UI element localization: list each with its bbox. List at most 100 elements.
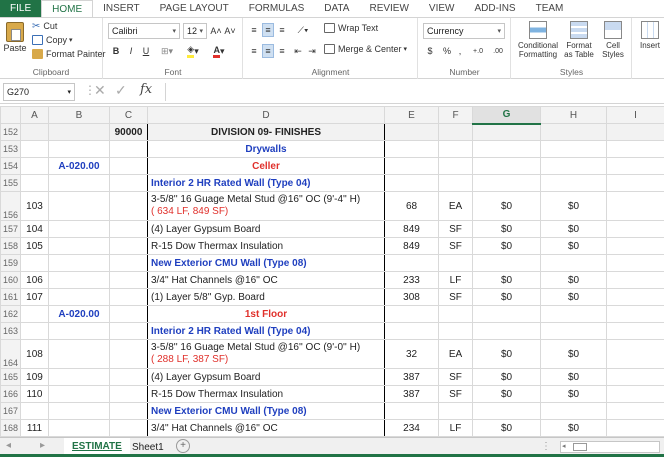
row-header[interactable]: 163: [0, 322, 21, 340]
cell-h[interactable]: $0: [540, 220, 607, 238]
cell-h[interactable]: $0: [540, 368, 607, 386]
font-size-select[interactable]: 12 ▾: [183, 23, 207, 39]
cell-styles-button[interactable]: Cell Styles: [598, 21, 628, 59]
cell-c[interactable]: [109, 419, 148, 437]
cell-e[interactable]: [384, 123, 439, 141]
row-header[interactable]: 165: [0, 368, 21, 386]
font-color-button[interactable]: A ▾: [208, 44, 230, 58]
cell-a[interactable]: 108: [20, 339, 49, 369]
cell-b[interactable]: [48, 174, 110, 192]
tab-view[interactable]: VIEW: [419, 0, 465, 17]
cell-e[interactable]: [384, 157, 439, 175]
cell-h[interactable]: $0: [540, 288, 607, 306]
cell-f[interactable]: SF: [438, 237, 473, 255]
italic-button[interactable]: I: [125, 44, 137, 58]
cell-e[interactable]: [384, 402, 439, 420]
cell-f[interactable]: [438, 322, 473, 340]
cell-h[interactable]: $0: [540, 339, 607, 369]
cell-i[interactable]: [606, 191, 664, 221]
cell-d[interactable]: 1st Floor: [147, 305, 385, 323]
cell-e[interactable]: 68: [384, 191, 439, 221]
cell-g[interactable]: $0: [472, 220, 541, 238]
cell-i[interactable]: [606, 174, 664, 192]
cell-h[interactable]: $0: [540, 271, 607, 289]
add-sheet-icon[interactable]: +: [176, 439, 190, 453]
cell-b[interactable]: [48, 123, 110, 141]
cell-f[interactable]: [438, 123, 473, 141]
cell-b[interactable]: [48, 271, 110, 289]
column-header-e[interactable]: E: [384, 106, 439, 124]
cell-e[interactable]: [384, 140, 439, 158]
paste-button[interactable]: Paste: [4, 22, 27, 53]
cell-d[interactable]: New Exterior CMU Wall (Type 08): [147, 254, 385, 272]
column-header-d[interactable]: D: [147, 106, 385, 124]
cell-a[interactable]: [20, 305, 49, 323]
cell-g[interactable]: [472, 254, 541, 272]
cell-e[interactable]: 849: [384, 237, 439, 255]
copy-button[interactable]: Copy ▾: [32, 35, 73, 45]
column-header-f[interactable]: F: [438, 106, 473, 124]
row-header[interactable]: 156: [0, 191, 21, 221]
tab-page-layout[interactable]: PAGE LAYOUT: [150, 0, 239, 17]
cell-a[interactable]: 103: [20, 191, 49, 221]
cell-d[interactable]: Celler: [147, 157, 385, 175]
align-bottom-button[interactable]: ≡: [276, 23, 288, 37]
cell-e[interactable]: 32: [384, 339, 439, 369]
cell-c[interactable]: [109, 220, 148, 238]
row-header[interactable]: 167: [0, 402, 21, 420]
cell-f[interactable]: SF: [438, 220, 473, 238]
cell-f[interactable]: SF: [438, 385, 473, 403]
tab-team[interactable]: TEAM: [526, 0, 574, 17]
column-header-i[interactable]: I: [606, 106, 664, 124]
scroll-tabs-right-icon[interactable]: ▸: [40, 440, 45, 451]
cell-d[interactable]: R-15 Dow Thermax Insulation: [147, 385, 385, 403]
cell-h[interactable]: $0: [540, 385, 607, 403]
cell-a[interactable]: [20, 322, 49, 340]
insert-function-button[interactable]: fx: [140, 82, 152, 97]
format-painter-button[interactable]: Format Painter: [32, 49, 106, 59]
cell-c[interactable]: 90000: [109, 123, 148, 141]
cell-i[interactable]: [606, 123, 664, 141]
cell-a[interactable]: 111: [20, 419, 49, 437]
cell-f[interactable]: [438, 254, 473, 272]
wrap-text-button[interactable]: Wrap Text: [324, 23, 378, 33]
cell-g[interactable]: $0: [472, 368, 541, 386]
cell-d[interactable]: (1) Layer 5/8'' Gyp. Board: [147, 288, 385, 306]
cell-b[interactable]: [48, 368, 110, 386]
cell-a[interactable]: 110: [20, 385, 49, 403]
cell-d[interactable]: 3-5/8'' 16 Guage Metal Stud @16'' OC (9'…: [147, 339, 385, 369]
cell-b[interactable]: A-020.00: [48, 157, 110, 175]
row-header[interactable]: 154: [0, 157, 21, 175]
cell-a[interactable]: [20, 254, 49, 272]
cell-d[interactable]: 3-5/8'' 16 Guage Metal Stud @16'' OC (9'…: [147, 191, 385, 221]
tab-review[interactable]: REVIEW: [359, 0, 418, 17]
cell-c[interactable]: [109, 402, 148, 420]
cell-e[interactable]: [384, 174, 439, 192]
cell-g[interactable]: $0: [472, 237, 541, 255]
name-box[interactable]: G270 ▾: [3, 83, 75, 101]
cell-f[interactable]: EA: [438, 339, 473, 369]
cell-f[interactable]: SF: [438, 368, 473, 386]
cell-a[interactable]: [20, 157, 49, 175]
cancel-entry-icon[interactable]: ✕: [94, 82, 106, 99]
cell-i[interactable]: [606, 157, 664, 175]
cell-c[interactable]: [109, 174, 148, 192]
column-header-h[interactable]: H: [540, 106, 607, 124]
shrink-font-button[interactable]: A˅: [224, 24, 236, 38]
formula-input[interactable]: [165, 83, 661, 101]
tab-insert[interactable]: INSERT: [93, 0, 150, 17]
cell-d[interactable]: DIVISION 09- FINISHES: [147, 123, 385, 141]
bold-button[interactable]: B: [110, 44, 122, 58]
cell-d[interactable]: Interior 2 HR Rated Wall (Type 04): [147, 174, 385, 192]
percent-style-button[interactable]: %: [441, 44, 453, 58]
cell-i[interactable]: [606, 402, 664, 420]
cell-i[interactable]: [606, 140, 664, 158]
cell-g[interactable]: $0: [472, 271, 541, 289]
cell-c[interactable]: [109, 339, 148, 369]
cell-g[interactable]: [472, 174, 541, 192]
increase-decimal-button[interactable]: +.0: [469, 44, 487, 58]
cell-d[interactable]: 3/4'' Hat Channels @16'' OC: [147, 419, 385, 437]
cell-e[interactable]: 387: [384, 385, 439, 403]
cell-g[interactable]: [472, 140, 541, 158]
cell-d[interactable]: Drywalls: [147, 140, 385, 158]
